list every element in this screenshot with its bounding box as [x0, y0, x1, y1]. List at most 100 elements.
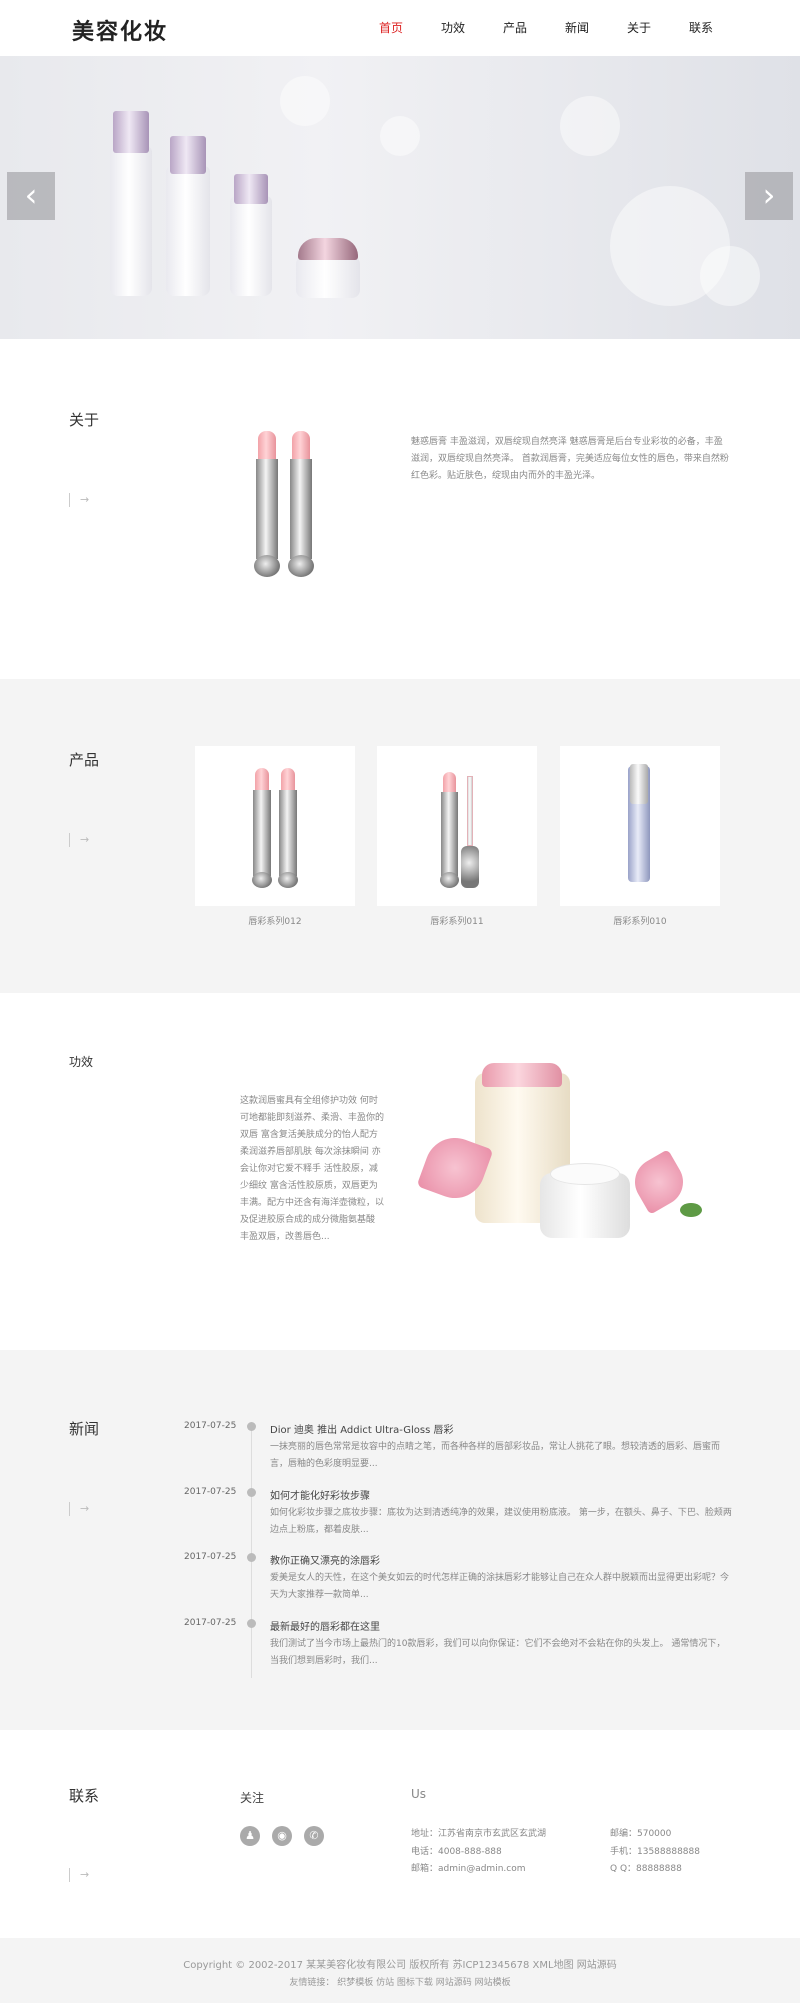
products-title: 产品: [69, 751, 100, 769]
about-section: 关于 → 魅惑唇膏 丰盈滋润，双唇绽现自然亮泽 魅惑唇膏是后台专业彩妆的必备，丰…: [0, 339, 800, 679]
contact-postcode: 邮编：570000: [610, 1829, 672, 1839]
hero-banner: ‹ ›: [0, 56, 800, 339]
news-item-desc: 一抹亮丽的唇色常常是妆容中的点睛之笔，而各种各样的唇部彩妆品，常让人挑花了眼。想…: [270, 1442, 721, 1469]
contact-email[interactable]: 邮箱：admin@admin.com: [411, 1861, 525, 1874]
banner-prev-button[interactable]: ‹: [7, 172, 55, 220]
news-item-title[interactable]: 教你正确又漂亮的涂唇彩: [270, 1552, 380, 1567]
contact-qq: Q Q：88888888: [610, 1864, 682, 1874]
product-image[interactable]: [560, 746, 720, 906]
news-item-desc: 爱美是女人的天性，在这个美女如云的时代怎样正确的涂抹唇彩才能够让自己在众人群中脱…: [270, 1573, 730, 1600]
lipstick-body: [256, 459, 278, 559]
bottle: [110, 146, 152, 296]
lipstick-body: [253, 790, 271, 876]
bottle: [230, 196, 272, 296]
site-footer: Copyright © 2002-2017 某某美容化妆有限公司 版权所有 苏I…: [0, 1938, 800, 2003]
gloss-wand: [467, 776, 473, 846]
news-item-title[interactable]: Dior 迪奥 推出 Addict Ultra-Gloss 唇彩: [270, 1421, 453, 1436]
product-image[interactable]: [377, 746, 537, 906]
lipstick-base: [252, 872, 272, 888]
footer-copyright: Copyright © 2002-2017 某某美容化妆有限公司 版权所有 苏I…: [183, 1960, 617, 1971]
bokeh-light: [380, 116, 420, 156]
timeline-dot: [247, 1553, 256, 1562]
nav-home[interactable]: 首页: [360, 19, 422, 36]
timeline-dot: [247, 1619, 256, 1628]
contact-mobile: 手机：13588888888: [610, 1847, 700, 1857]
contact-address: 地址：江苏省南京市玄武区玄武湖: [411, 1829, 547, 1839]
bottle-cap: [482, 1063, 562, 1087]
cream-jar: [296, 256, 360, 298]
nav-effect[interactable]: 功效: [422, 19, 484, 36]
news-item-title[interactable]: 如何才能化好彩妆步骤: [270, 1487, 370, 1502]
product-label[interactable]: 唇彩系列012: [195, 914, 355, 927]
bokeh-light: [700, 246, 760, 306]
lipstick-body: [290, 459, 312, 559]
bottle-cap: [113, 111, 149, 153]
lipstick-tip: [443, 772, 456, 792]
lipstick-base: [278, 872, 298, 888]
product-card[interactable]: 唇彩系列011: [377, 746, 537, 927]
bottle-cap: [234, 174, 268, 204]
news-date: 2017-07-25: [184, 1552, 237, 1562]
product-label[interactable]: 唇彩系列010: [560, 914, 720, 927]
site-header: 美容化妆 首页 功效 产品 新闻 关于 联系: [0, 0, 800, 56]
wechat-icon[interactable]: ✆: [304, 1826, 324, 1846]
news-item-desc: 如何化彩妆步骤之底妆步骤：底妆为达到清透纯净的效果，建议使用粉底液。 第一步，在…: [270, 1508, 732, 1535]
about-description: 魅惑唇膏 丰盈滋润，双唇绽现自然亮泽 魅惑唇膏是后台专业彩妆的必备，丰盈滋润，双…: [411, 437, 729, 481]
banner-next-button[interactable]: ›: [745, 172, 793, 220]
about-more-link[interactable]: →: [69, 493, 89, 507]
lipstick-tip: [255, 768, 269, 790]
bottle: [166, 166, 210, 296]
timeline-dot: [247, 1488, 256, 1497]
timeline-dot: [247, 1422, 256, 1431]
lipstick-base: [254, 555, 280, 577]
bokeh-light: [560, 96, 620, 156]
cream: [550, 1163, 620, 1185]
us-title: Us: [411, 1787, 427, 1801]
about-title: 关于: [69, 411, 100, 429]
weibo-icon[interactable]: ◉: [272, 1826, 292, 1846]
lipstick-body: [279, 790, 297, 876]
contact-more-link[interactable]: →: [69, 1868, 89, 1882]
nav-about[interactable]: 关于: [608, 19, 670, 36]
news-item[interactable]: 2017-07-25 最新最好的唇彩都在这里 我们测试了当今市场上最热门的10款…: [0, 1618, 800, 1678]
product-card[interactable]: 唇彩系列010: [560, 746, 720, 927]
gloss-cap: [461, 846, 479, 888]
contact-phone: 电话：4008-888-888: [411, 1847, 502, 1857]
footer-friend-links[interactable]: 友情链接： 织梦模板 仿站 图标下载 网站源码 网站模板: [0, 1975, 800, 1988]
leaf: [680, 1203, 702, 1217]
news-item-title[interactable]: 最新最好的唇彩都在这里: [270, 1618, 380, 1633]
lipstick-tip: [292, 431, 310, 459]
lipstick-tip: [258, 431, 276, 459]
main-nav: 首页 功效 产品 新闻 关于 联系: [360, 19, 732, 36]
qq-icon[interactable]: ♟: [240, 1826, 260, 1846]
products-more-link[interactable]: →: [69, 833, 89, 847]
news-date: 2017-07-25: [184, 1487, 237, 1497]
effect-title: 功效: [69, 1055, 94, 1069]
news-item[interactable]: 2017-07-25 如何才能化好彩妆步骤 如何化彩妆步骤之底妆步骤：底妆为达到…: [0, 1487, 800, 1547]
contact-section: 联系 → 关注 Us 地址：江苏省南京市玄武区玄武湖 电话：4008-888-8…: [0, 1730, 800, 1938]
effect-description: 这款润唇蜜具有全组修护功效 何时可地都能即刻滋养、柔滑、丰盈你的双唇 富含复活美…: [240, 1096, 385, 1242]
bottle-cap: [630, 764, 648, 804]
jar-lid: [298, 238, 358, 260]
bokeh-light: [280, 76, 330, 126]
product-card[interactable]: 唇彩系列012: [195, 746, 355, 927]
news-item[interactable]: 2017-07-25 教你正确又漂亮的涂唇彩 爱美是女人的天性，在这个美女如云的…: [0, 1552, 800, 1612]
follow-title: 关注: [240, 1791, 265, 1805]
product-label[interactable]: 唇彩系列011: [377, 914, 537, 927]
lipstick-base: [288, 555, 314, 577]
site-logo[interactable]: 美容化妆: [72, 14, 168, 46]
nav-news[interactable]: 新闻: [546, 19, 608, 36]
product-image[interactable]: [195, 746, 355, 906]
news-item-desc: 我们测试了当今市场上最热门的10款唇彩，我们可以向你保证：它们不会绝对不会粘在你…: [270, 1639, 726, 1666]
news-date: 2017-07-25: [184, 1618, 237, 1628]
effect-section: 功效 这款润唇蜜具有全组修护功效 何时可地都能即刻滋养、柔滑、丰盈你的双唇 富含…: [0, 993, 800, 1350]
lipstick-tip: [281, 768, 295, 790]
nav-contact[interactable]: 联系: [670, 19, 732, 36]
nav-products[interactable]: 产品: [484, 19, 546, 36]
lipstick-base: [440, 872, 459, 888]
news-item[interactable]: 2017-07-25 Dior 迪奥 推出 Addict Ultra-Gloss…: [0, 1421, 800, 1481]
news-date: 2017-07-25: [184, 1421, 237, 1431]
lipstick-body: [441, 792, 458, 876]
contact-title: 联系: [69, 1787, 100, 1805]
bottle-cap: [170, 136, 206, 174]
